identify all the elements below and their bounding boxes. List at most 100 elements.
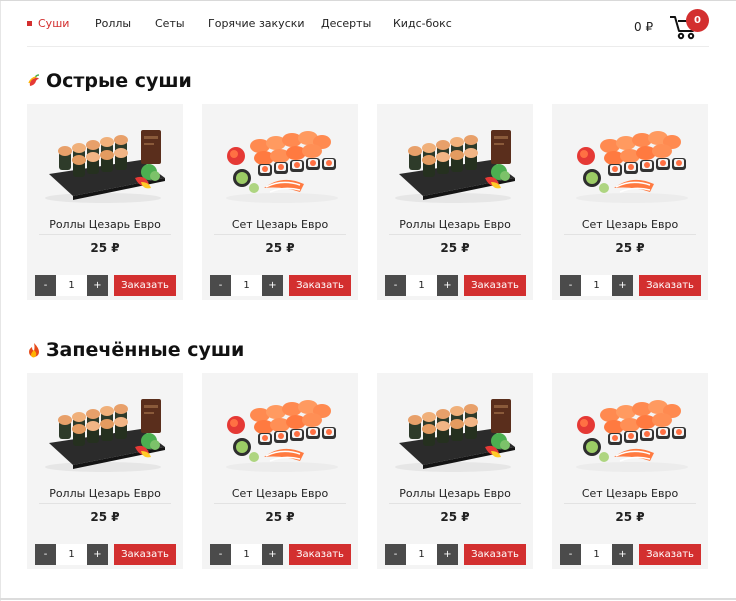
- product-name: Роллы Цезарь Евро: [399, 487, 511, 500]
- nav-item-desserts[interactable]: Десерты: [321, 17, 393, 30]
- quantity-stepper: -1 +: [35, 544, 108, 565]
- quantity-stepper: -1 +: [560, 275, 633, 296]
- nav-item-sushi[interactable]: Суши: [27, 17, 95, 30]
- nav-item-label: Горячие закуски: [208, 17, 305, 30]
- quantity-stepper: -1 +: [560, 544, 633, 565]
- product-price: 25 ₽: [615, 510, 645, 524]
- quantity-value[interactable]: 1: [56, 544, 87, 565]
- product-image[interactable]: [562, 385, 698, 475]
- header: Суши Роллы Сеты Горячие закуски Десерты …: [0, 1, 736, 47]
- order-button[interactable]: Заказать: [464, 544, 526, 565]
- nav-item-label: Сеты: [155, 17, 185, 30]
- product-name: Сет Цезарь Евро: [231, 218, 329, 231]
- quantity-stepper: -1 +: [210, 275, 283, 296]
- product-card: Сет Цезарь Евро 25 ₽ -1 + Заказать: [202, 373, 358, 569]
- product-image[interactable]: [212, 385, 348, 475]
- header-divider: [27, 46, 709, 47]
- decrease-button[interactable]: -: [385, 275, 406, 296]
- quantity-value[interactable]: 1: [231, 275, 262, 296]
- product-card: Роллы Цезарь Евро 25 ₽ -1 + Заказать: [27, 373, 183, 569]
- nav-item-sets[interactable]: Сеты: [155, 17, 208, 30]
- cart-total: 0 ₽: [634, 20, 654, 34]
- card-divider: [564, 503, 696, 504]
- quantity-stepper: -1 +: [385, 544, 458, 565]
- decrease-button[interactable]: -: [560, 544, 581, 565]
- product-image[interactable]: [37, 116, 173, 206]
- increase-button[interactable]: +: [612, 275, 633, 296]
- quantity-value[interactable]: 1: [581, 544, 612, 565]
- product-price: 25 ₽: [265, 510, 295, 524]
- order-button[interactable]: Заказать: [289, 275, 351, 296]
- product-image[interactable]: [562, 116, 698, 206]
- product-price: 25 ₽: [615, 241, 645, 255]
- product-card: Роллы Цезарь Евро 25 ₽ -1 + Заказать: [377, 104, 533, 300]
- nav-item-hot-snacks[interactable]: Горячие закуски: [208, 17, 321, 30]
- card-divider: [214, 234, 346, 235]
- quantity-stepper: -1 +: [35, 275, 108, 296]
- order-button[interactable]: Заказать: [289, 544, 351, 565]
- decrease-button[interactable]: -: [560, 275, 581, 296]
- quantity-value[interactable]: 1: [231, 544, 262, 565]
- increase-button[interactable]: +: [262, 544, 283, 565]
- increase-button[interactable]: +: [262, 275, 283, 296]
- decrease-button[interactable]: -: [210, 275, 231, 296]
- section-heading: Острые суши: [46, 70, 192, 92]
- product-card: Сет Цезарь Евро 25 ₽ -1 + Заказать: [552, 373, 708, 569]
- product-price: 25 ₽: [265, 241, 295, 255]
- nav-item-label: Роллы: [95, 17, 132, 30]
- card-divider: [389, 503, 521, 504]
- chili-icon: [28, 74, 40, 86]
- quantity-value[interactable]: 1: [406, 544, 437, 565]
- quantity-value[interactable]: 1: [56, 275, 87, 296]
- nav-item-label: Кидс-бокс: [393, 17, 452, 30]
- section-title-spicy: Острые суши: [27, 70, 192, 92]
- product-image[interactable]: [387, 385, 523, 475]
- increase-button[interactable]: +: [87, 544, 108, 565]
- card-divider: [39, 234, 171, 235]
- product-name: Сет Цезарь Евро: [581, 218, 679, 231]
- order-button[interactable]: Заказать: [639, 275, 701, 296]
- nav-item-kids-box[interactable]: Кидс-бокс: [393, 17, 453, 30]
- product-card: Роллы Цезарь Евро 25 ₽ -1 + Заказать: [377, 373, 533, 569]
- order-button[interactable]: Заказать: [114, 275, 176, 296]
- product-price: 25 ₽: [90, 241, 120, 255]
- decrease-button[interactable]: -: [35, 275, 56, 296]
- increase-button[interactable]: +: [437, 275, 458, 296]
- quantity-value[interactable]: 1: [406, 275, 437, 296]
- order-button[interactable]: Заказать: [114, 544, 176, 565]
- order-button[interactable]: Заказать: [464, 275, 526, 296]
- active-marker-icon: [27, 21, 32, 26]
- product-name: Сет Цезарь Евро: [581, 487, 679, 500]
- product-image[interactable]: [212, 116, 348, 206]
- product-card: Роллы Цезарь Евро 25 ₽ -1 + Заказать: [27, 104, 183, 300]
- increase-button[interactable]: +: [612, 544, 633, 565]
- window-edge: [0, 1, 1, 601]
- nav-item-label: Суши: [38, 17, 70, 30]
- product-price: 25 ₽: [440, 241, 470, 255]
- product-image[interactable]: [37, 385, 173, 475]
- product-price: 25 ₽: [440, 510, 470, 524]
- nav-item-label: Десерты: [321, 17, 372, 30]
- card-divider: [389, 234, 521, 235]
- increase-button[interactable]: +: [437, 544, 458, 565]
- increase-button[interactable]: +: [87, 275, 108, 296]
- cart-count-badge: 0: [686, 9, 709, 32]
- quantity-value[interactable]: 1: [581, 275, 612, 296]
- section-heading: Запечённые суши: [46, 339, 245, 361]
- decrease-button[interactable]: -: [210, 544, 231, 565]
- product-card: Сет Цезарь Евро 25 ₽ -1 + Заказать: [202, 104, 358, 300]
- fire-icon: [29, 343, 39, 358]
- card-divider: [214, 503, 346, 504]
- card-divider: [564, 234, 696, 235]
- product-name: Роллы Цезарь Евро: [399, 218, 511, 231]
- product-name: Роллы Цезарь Евро: [49, 218, 161, 231]
- order-button[interactable]: Заказать: [639, 544, 701, 565]
- product-price: 25 ₽: [90, 510, 120, 524]
- decrease-button[interactable]: -: [385, 544, 406, 565]
- category-nav: Суши Роллы Сеты Горячие закуски Десерты …: [27, 17, 453, 30]
- product-card: Сет Цезарь Евро 25 ₽ -1 + Заказать: [552, 104, 708, 300]
- product-image[interactable]: [387, 116, 523, 206]
- section-title-baked: Запечённые суши: [27, 339, 244, 361]
- nav-item-rolls[interactable]: Роллы: [95, 17, 155, 30]
- decrease-button[interactable]: -: [35, 544, 56, 565]
